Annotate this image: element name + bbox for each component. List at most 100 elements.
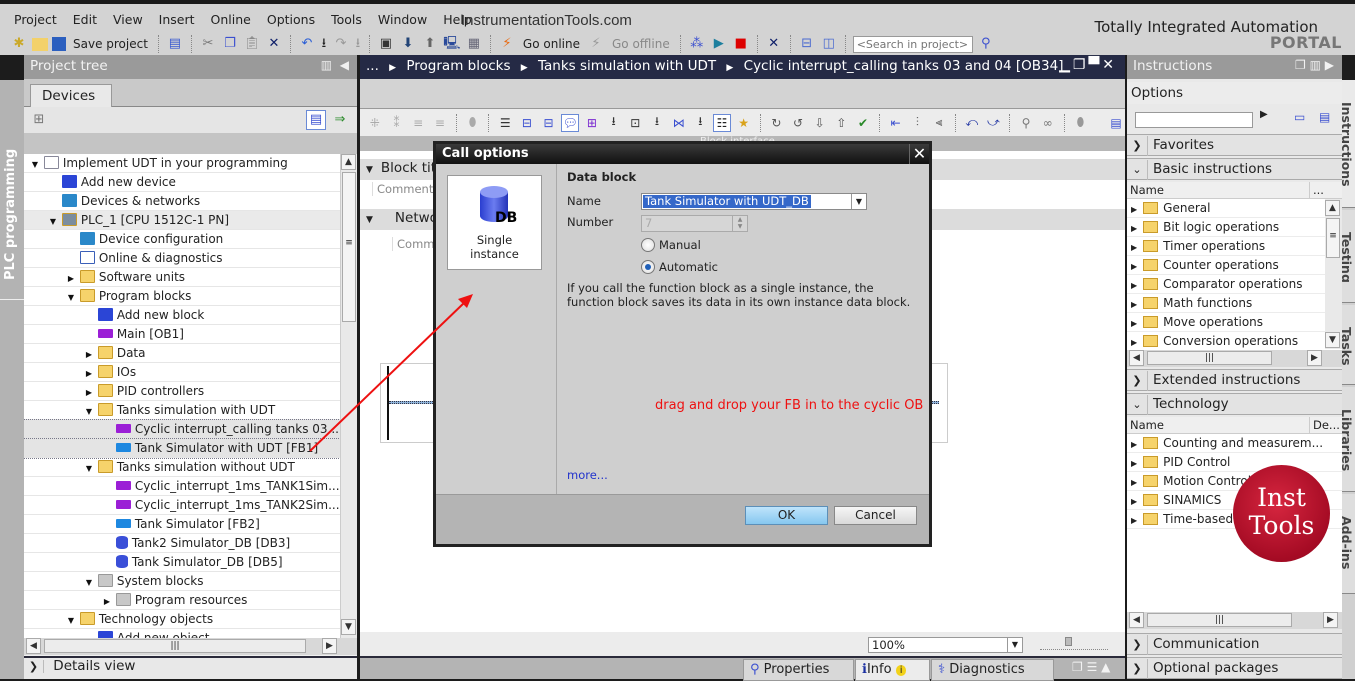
zoom-slider[interactable] — [1040, 637, 1108, 650]
zoom-select[interactable]: 100% ▼ — [868, 637, 1023, 653]
tab-diagnostics[interactable]: ⚕ Diagnostics — [931, 659, 1054, 681]
new-project-icon[interactable]: ✱ — [10, 35, 28, 53]
menu-online[interactable]: Online — [203, 10, 259, 30]
breadcrumb-tanks-with-udt[interactable]: Tanks simulation with UDT — [538, 58, 716, 74]
float-icon[interactable]: ❐ — [1295, 58, 1306, 72]
section-favorites[interactable]: ❯ Favorites — [1127, 134, 1342, 156]
dropdown-arrow-icon[interactable]: ▼ — [851, 194, 866, 209]
stop-cpu-icon[interactable]: ■ — [732, 35, 750, 53]
know-how-protection-icon[interactable]: ⬮ — [1072, 114, 1090, 132]
vtab-tasks[interactable]: Tasks — [1342, 305, 1355, 385]
vtab-testing[interactable]: Testing — [1342, 210, 1355, 303]
menu-view[interactable]: View — [105, 10, 151, 30]
operand-info-icon[interactable]: ☷ — [713, 113, 731, 132]
upload-from-device-icon[interactable]: ⬆ — [421, 35, 439, 53]
collapse-triangle-icon[interactable]: ▶ — [84, 345, 94, 364]
expand-triangle-icon[interactable]: ▼ — [84, 573, 94, 592]
monitor-icon[interactable]: ↻ — [768, 114, 786, 132]
basic-list-scrollbar[interactable]: ▲ ≡ ▼ — [1325, 199, 1342, 349]
dropdown-arrow-icon[interactable]: ▼ — [1007, 638, 1022, 652]
scroll-up-icon[interactable]: ▲ — [341, 154, 356, 170]
tree-item[interactable]: ▶ Program resources — [24, 591, 340, 610]
undo-icon[interactable]: ↶ — [298, 35, 316, 53]
tree-item[interactable]: Device configuration — [24, 230, 340, 249]
networks-close-icon[interactable]: ⊟ — [540, 114, 558, 132]
accessible-devices-icon[interactable]: ⁂ — [688, 35, 706, 53]
collapse-triangle-icon[interactable]: ▶ — [66, 269, 76, 288]
bookmark-next-icon[interactable]: ⤻ — [985, 114, 1003, 132]
tree-item[interactable]: Cyclic interrupt_calling tanks 03 ... — [24, 419, 340, 440]
network-comments-icon[interactable]: 💬︎ — [561, 113, 580, 132]
scroll-down-icon[interactable]: ▼ — [1325, 332, 1340, 348]
maximize-icon[interactable]: ▀ — [1088, 57, 1102, 73]
expand-triangle-icon[interactable]: ▶ — [1131, 281, 1137, 290]
paste-icon[interactable]: 📋︎ — [243, 35, 261, 53]
expand-triangle-icon[interactable]: ▶ — [1131, 224, 1137, 233]
tree-item[interactable]: Tank Simulator_DB [DB5] — [24, 553, 340, 572]
tree-item[interactable]: Add new block — [24, 306, 340, 325]
add-row-icon[interactable]: ≡ — [431, 114, 449, 132]
dropdown-arrow-icon[interactable]: ⭳ — [691, 114, 709, 132]
spinner-arrows-icon[interactable]: ▲ ▼ — [732, 216, 747, 231]
expand-triangle-icon[interactable]: ▼ — [66, 288, 76, 307]
breadcrumb-program-blocks[interactable]: Program blocks — [406, 58, 510, 74]
new-group-icon[interactable]: ⊞ — [30, 111, 48, 129]
minimize-icon[interactable]: ▁ — [1059, 57, 1073, 73]
scroll-right-icon[interactable]: ▶ — [1307, 350, 1322, 366]
search-binoculars-icon[interactable]: ⚲ — [977, 35, 995, 53]
simulation-icon[interactable]: 🖳 — [443, 35, 461, 53]
bookmark-prev-icon[interactable]: ⤺ — [963, 114, 981, 132]
cancel-button[interactable]: Cancel — [834, 506, 917, 525]
tree-item[interactable]: Main [OB1] — [24, 325, 340, 344]
expand-triangle-icon[interactable]: ▶ — [1131, 497, 1137, 506]
instruction-folder[interactable]: ▶ Counter operations — [1127, 256, 1342, 275]
expand-triangle-icon[interactable]: ▼ — [84, 459, 94, 478]
view-icon[interactable]: ▭ — [1294, 110, 1305, 124]
split-vertical-icon[interactable]: ◫ — [820, 35, 838, 53]
go-online-button[interactable]: Go online — [523, 37, 580, 51]
networks-open-icon[interactable]: ⊟ — [518, 114, 536, 132]
dropdown-arrow-icon[interactable]: ⭳ — [648, 114, 666, 132]
close-editor-icon[interactable]: ✕ — [1102, 57, 1117, 73]
tree-item[interactable]: ▶ IOs — [24, 363, 340, 382]
section-communication[interactable]: ❯ Communication — [1127, 633, 1342, 655]
instructions-search-input[interactable] — [1135, 112, 1253, 128]
save-project-button[interactable]: Save project — [73, 37, 148, 51]
glasses-icon[interactable]: ∞ — [1039, 114, 1057, 132]
dialog-title-bar[interactable]: Call options ✕ — [436, 144, 929, 164]
tab-devices[interactable]: Devices — [30, 84, 112, 108]
expand-triangle-icon[interactable]: ▶ — [1131, 478, 1137, 487]
expand-triangle-icon[interactable]: ▼ — [84, 402, 94, 421]
go-offline-icon[interactable]: ⚡ — [587, 35, 605, 53]
tree-vertical-scrollbar[interactable]: ▲ ≡ ▼ — [340, 154, 357, 638]
panel-layout-icon[interactable]: ▥ — [1310, 58, 1321, 72]
go-to-icon[interactable]: ⇤ — [887, 114, 905, 132]
tree-item[interactable]: ▶ PID controllers — [24, 382, 340, 401]
refresh-table-icon[interactable]: ⇒ — [331, 111, 349, 129]
operand-display-icon[interactable]: ⋈ — [670, 114, 688, 132]
instruction-folder[interactable]: ▶ Timer operations — [1127, 237, 1342, 256]
name-combobox[interactable]: Tank Simulator with UDT_DB ▼ — [641, 193, 867, 210]
expand-triangle-icon[interactable]: ▼ — [48, 212, 58, 231]
expand-triangle-icon[interactable]: ▶ — [1131, 262, 1137, 271]
compare-icon[interactable]: ✔ — [854, 114, 872, 132]
highlight-icon[interactable]: ★ — [735, 114, 753, 132]
panel-controls-icon[interactable]: ❐ ☰ ▲ — [1072, 660, 1110, 674]
basic-hscroll[interactable]: ◀ ||| ▶ — [1127, 350, 1342, 367]
scroll-left-icon[interactable]: ◀ — [1129, 350, 1144, 366]
tree-item[interactable]: ▼ Technology objects — [24, 610, 340, 629]
comment-icon[interactable]: ⊡ — [626, 114, 644, 132]
scroll-left-icon[interactable]: ◀ — [26, 638, 41, 654]
redo-icon[interactable]: ↷ — [332, 35, 350, 53]
collapse-triangle-icon[interactable]: ▶ — [84, 383, 94, 402]
panel-layout-icon[interactable]: ▥ — [321, 58, 332, 72]
tab-info[interactable]: ℹInfo i — [855, 659, 930, 681]
tree-item[interactable]: ▼ PLC_1 [CPU 1512C-1 PN] — [24, 211, 340, 230]
list-view-icon[interactable]: ▤ — [1319, 110, 1330, 124]
tree-item[interactable]: ▼ Implement UDT in your programming — [24, 154, 340, 173]
compile-icon[interactable]: ▣ — [377, 35, 395, 53]
open-project-icon[interactable] — [32, 37, 48, 51]
go-offline-button[interactable]: Go offline — [612, 37, 670, 51]
tree-item[interactable]: Add new object — [24, 629, 340, 638]
more-link[interactable]: more... — [567, 468, 608, 482]
